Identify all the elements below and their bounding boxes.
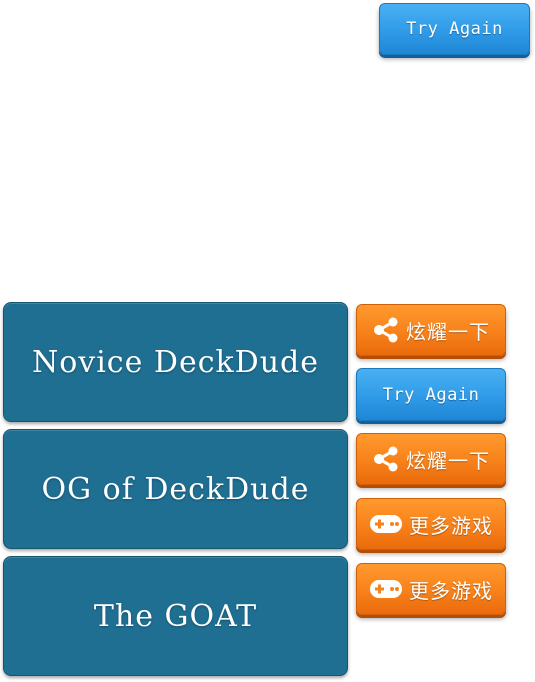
try-again-button-top[interactable]: Try Again xyxy=(379,3,530,55)
more-games-label: 更多游戏 xyxy=(409,578,493,603)
more-games-button[interactable]: 更多游戏 xyxy=(356,563,506,615)
try-again-button[interactable]: Try Again xyxy=(356,368,506,421)
share-button[interactable]: 炫耀一下 xyxy=(356,304,506,356)
rank-title: Novice DeckDude xyxy=(31,344,320,380)
try-again-label: Try Again xyxy=(382,384,480,405)
rank-card-og: OG of DeckDude xyxy=(3,429,348,549)
share-button[interactable]: 炫耀一下 xyxy=(356,433,506,485)
more-games-button[interactable]: 更多游戏 xyxy=(356,498,506,550)
rank-title: The GOAT xyxy=(93,598,258,634)
try-again-label: Try Again xyxy=(406,19,503,39)
gamepad-icon xyxy=(369,513,403,535)
gamepad-icon xyxy=(369,578,403,600)
share-label: 炫耀一下 xyxy=(406,319,490,344)
rank-title: OG of DeckDude xyxy=(41,471,310,507)
share-icon xyxy=(372,446,400,472)
share-label: 炫耀一下 xyxy=(406,448,490,473)
rank-card-goat: The GOAT xyxy=(3,556,348,676)
share-icon xyxy=(372,317,400,343)
rank-card-novice: Novice DeckDude xyxy=(3,302,348,422)
more-games-label: 更多游戏 xyxy=(409,513,493,538)
